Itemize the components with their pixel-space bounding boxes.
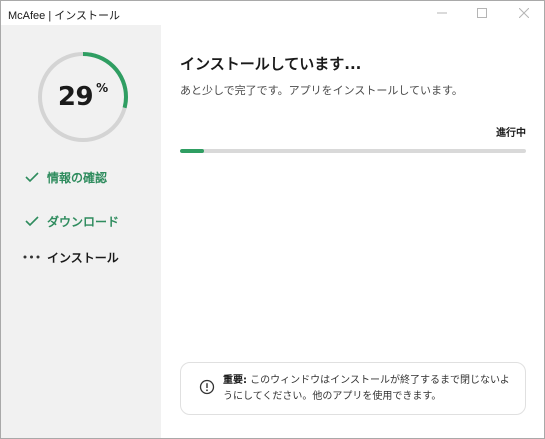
- step-label: ダウンロード: [47, 214, 120, 229]
- info-icon: [199, 379, 215, 395]
- progress-bar: [180, 149, 526, 153]
- title-bar[interactable]: McAfee | インストール: [1, 1, 544, 25]
- progress-bar-fill: [180, 149, 205, 153]
- step-label: 情報の確認: [47, 170, 108, 185]
- step-label: インストール: [47, 250, 119, 265]
- notice-label: 重要:: [223, 375, 247, 386]
- close-icon: [519, 8, 529, 18]
- close-button[interactable]: [507, 1, 541, 25]
- sidebar: 29 % 情報の確認 ダウンロード インストール: [1, 25, 161, 438]
- step-download: ダウンロード: [23, 212, 119, 230]
- window-title: McAfee | インストール: [8, 10, 121, 22]
- maximize-button[interactable]: [465, 1, 499, 25]
- progress-percent: 29 %: [37, 51, 129, 143]
- progress-unit: %: [96, 81, 109, 95]
- minimize-button[interactable]: [425, 1, 459, 25]
- minimize-icon: [437, 12, 447, 14]
- notice-text: 重要: このウィンドウはインストールが終了するまで閉じないようにしてください。他…: [223, 373, 519, 405]
- page-subtitle: あと少しで完了です。アプリをインストールしています。: [180, 84, 463, 97]
- status-text: 進行中: [496, 128, 526, 139]
- main-panel: インストールしています... あと少しで完了です。アプリをインストールしています…: [161, 25, 544, 438]
- step-verify-info: 情報の確認: [23, 168, 107, 186]
- check-icon: [23, 212, 41, 230]
- notice-message: このウィンドウはインストールが終了するまで閉じないようにしてください。他のアプリ…: [223, 375, 510, 402]
- check-icon: [23, 168, 41, 186]
- step-install: インストール: [23, 248, 119, 266]
- notice-box: 重要: このウィンドウはインストールが終了するまで閉じないようにしてください。他…: [180, 362, 526, 415]
- installer-window: McAfee | インストール 29 % 情報の確認 ダウンロード インストール…: [0, 0, 545, 439]
- maximize-icon: [477, 8, 487, 18]
- page-title: インストールしています...: [180, 55, 362, 73]
- progress-value: 29: [57, 82, 94, 112]
- ellipsis-icon: [23, 248, 41, 266]
